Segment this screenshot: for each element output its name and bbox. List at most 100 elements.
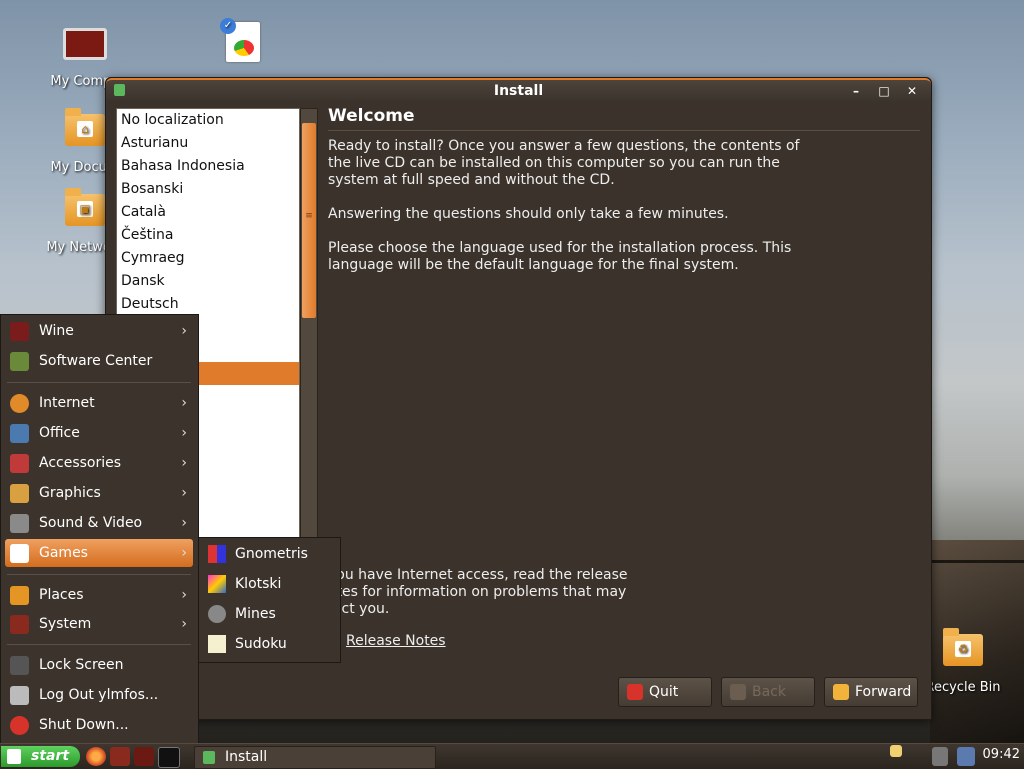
menu-item-places[interactable]: Places › — [5, 581, 193, 609]
menu-item-wine[interactable]: Wine › — [5, 317, 193, 345]
menu-separator — [7, 644, 191, 645]
chevron-right-icon: › — [181, 587, 187, 603]
task-label: Install — [225, 749, 268, 765]
window-title: Install — [493, 83, 544, 99]
menu-item-label: Games — [39, 545, 88, 561]
language-item[interactable]: Čeština — [117, 224, 299, 247]
notification-icon[interactable] — [890, 745, 902, 757]
menu-item-sound-video[interactable]: Sound & Video › — [5, 509, 193, 537]
menu-item-log-out[interactable]: Log Out ylmfos... — [5, 681, 193, 709]
forward-button-label: Forward — [855, 684, 912, 700]
sound-video-icon — [10, 514, 29, 533]
menu-item-label: Wine — [39, 323, 74, 339]
installer-app-icon — [203, 751, 215, 764]
desktop-icon-spreadsheet[interactable]: ✓ — [198, 18, 288, 68]
language-item[interactable]: No localization — [117, 109, 299, 132]
welcome-duration-text: Answering the questions should only take… — [328, 206, 729, 222]
firefox-launcher-icon[interactable] — [86, 747, 106, 766]
recycle-bin-icon: ♻ — [943, 628, 983, 666]
menu-item-label: Software Center — [39, 353, 153, 369]
language-item[interactable]: Asturianu — [117, 132, 299, 155]
title-divider — [328, 130, 920, 131]
language-item[interactable]: Dansk — [117, 270, 299, 293]
welcome-intro-text: Ready to install? Once you answer a few … — [328, 138, 800, 188]
language-item[interactable]: Deutsch — [117, 293, 299, 316]
menu-item-label: Log Out ylmfos... — [39, 687, 159, 703]
minimize-button[interactable]: – — [847, 82, 865, 100]
scrollbar-grip-icon: ≡ — [305, 211, 313, 221]
chevron-right-icon: › — [181, 425, 187, 441]
chevron-right-icon: › — [181, 545, 187, 561]
menu-item-label: Accessories — [39, 455, 122, 471]
menu-separator — [7, 574, 191, 575]
submenu-item-gnometris[interactable]: Gnometris — [199, 539, 340, 569]
office-icon — [10, 424, 29, 443]
home-folder-icon: ⌂ — [65, 108, 105, 146]
menu-separator — [7, 382, 191, 383]
language-item[interactable]: Català — [117, 201, 299, 224]
desktop-icon-label: Recycle Bin — [925, 680, 1001, 695]
folder-icon — [10, 586, 29, 605]
language-item[interactable]: Bosanski — [117, 178, 299, 201]
submenu-item-label: Klotski — [235, 576, 282, 592]
menu-item-system[interactable]: System › — [5, 610, 193, 638]
power-icon — [627, 684, 643, 700]
close-button[interactable]: ✕ — [903, 82, 921, 100]
wine-icon — [10, 322, 29, 341]
software-center-icon — [10, 352, 29, 371]
menu-item-label: Graphics — [39, 485, 101, 501]
taskbar: start Install 09:42 — [0, 743, 1024, 769]
system-icon — [10, 615, 29, 634]
quit-button[interactable]: Quit — [618, 677, 712, 707]
maximize-button[interactable]: □ — [875, 82, 893, 100]
menu-item-label: Sound & Video — [39, 515, 143, 531]
release-notes-link[interactable]: Release Notes — [346, 633, 446, 649]
chevron-right-icon: › — [181, 323, 187, 339]
menu-item-label: Places — [39, 587, 84, 603]
start-logo-icon — [7, 749, 21, 764]
submenu-item-klotski[interactable]: Klotski — [199, 569, 340, 599]
menu-item-accessories[interactable]: Accessories › — [5, 449, 193, 477]
back-button-label: Back — [752, 684, 786, 700]
chevron-right-icon: › — [181, 485, 187, 501]
menu-item-lock-screen[interactable]: Lock Screen — [5, 651, 193, 679]
submenu-item-mines[interactable]: Mines — [199, 599, 340, 629]
menu-item-games[interactable]: Games › — [5, 539, 193, 567]
terminal-launcher-icon[interactable] — [158, 747, 180, 768]
chevron-right-icon: › — [181, 395, 187, 411]
forward-button[interactable]: Forward — [824, 677, 918, 707]
menu-item-software-center[interactable]: Software Center — [5, 347, 193, 375]
volume-icon[interactable] — [932, 747, 948, 766]
games-icon — [10, 544, 29, 563]
start-button[interactable]: start — [1, 746, 80, 767]
back-button[interactable]: Back — [721, 677, 815, 707]
games-submenu: Gnometris Klotski Mines Sudoku — [198, 537, 341, 663]
computer-launcher-icon[interactable] — [110, 747, 130, 766]
taskbar-task-install[interactable]: Install — [194, 746, 436, 769]
forward-arrow-icon — [833, 684, 849, 700]
submenu-item-sudoku[interactable]: Sudoku — [199, 629, 340, 659]
menu-item-label: Lock Screen — [39, 657, 124, 673]
back-arrow-icon — [730, 684, 746, 700]
language-list-scrollbar[interactable]: ≡ — [300, 108, 318, 600]
menu-item-office[interactable]: Office › — [5, 419, 193, 447]
menu-item-internet[interactable]: Internet › — [5, 389, 193, 417]
menu-item-label: Office — [39, 425, 80, 441]
submenu-item-label: Gnometris — [235, 546, 308, 562]
chevron-right-icon: › — [181, 515, 187, 531]
chevron-right-icon: › — [181, 455, 187, 471]
network-icon[interactable] — [957, 747, 975, 766]
dock-rail — [930, 560, 1024, 563]
submenu-item-label: Mines — [235, 606, 276, 622]
menu-item-graphics[interactable]: Graphics › — [5, 479, 193, 507]
language-item[interactable]: Bahasa Indonesia — [117, 155, 299, 178]
clock[interactable]: 09:42 — [983, 747, 1020, 762]
window-titlebar[interactable]: Install – □ ✕ — [106, 78, 931, 102]
chevron-right-icon: › — [181, 616, 187, 632]
lock-icon — [10, 656, 29, 675]
submenu-item-label: Sudoku — [235, 636, 287, 652]
mines-icon — [208, 605, 226, 623]
presentation-launcher-icon[interactable] — [134, 747, 154, 766]
language-item[interactable]: Cymraeg — [117, 247, 299, 270]
menu-item-shut-down[interactable]: Shut Down... — [5, 711, 193, 739]
